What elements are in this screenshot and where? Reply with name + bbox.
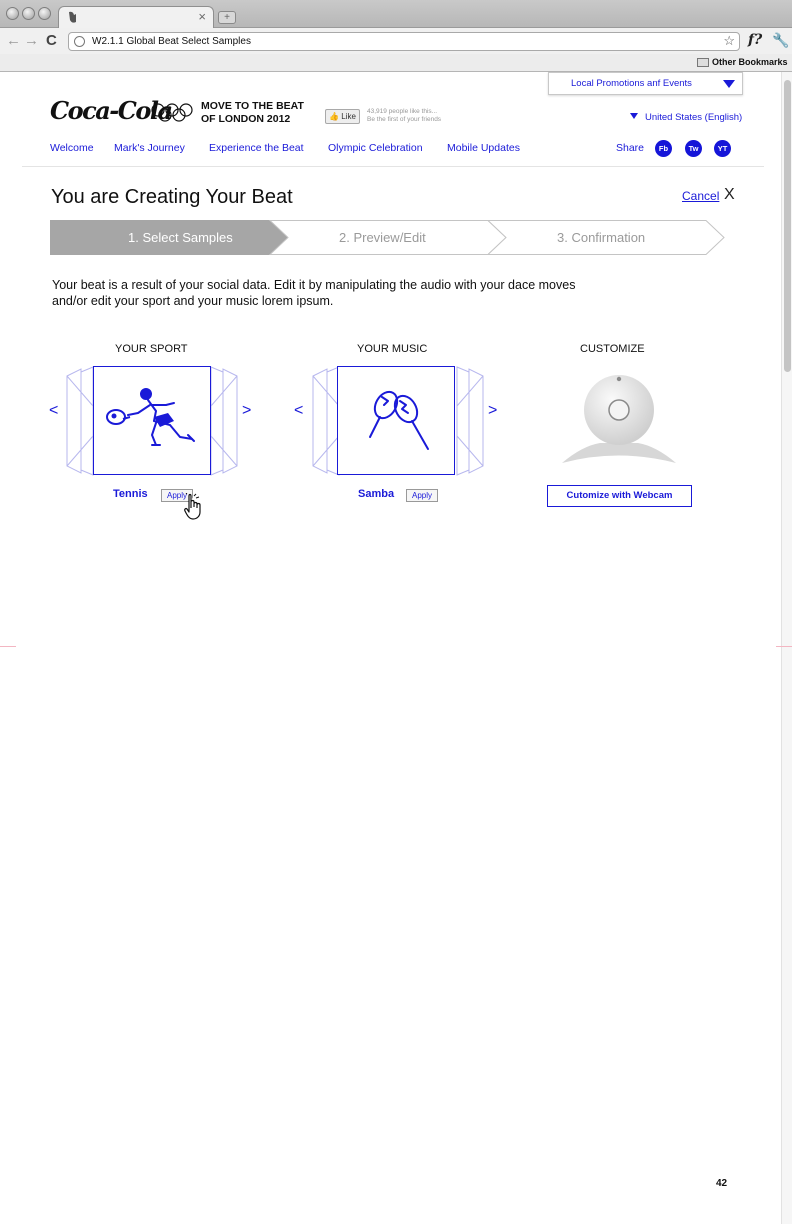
facebook-share-button[interactable]: Fb	[655, 140, 672, 157]
like-count: 43,919 people like this...	[367, 108, 438, 115]
window-zoom-button[interactable]	[38, 7, 51, 20]
tagline-line-1: MOVE TO THE BEAT	[201, 100, 304, 112]
intro-text: Your beat is a result of your social dat…	[52, 277, 642, 309]
music-card[interactable]	[337, 366, 455, 475]
sport-name: Tennis	[113, 488, 148, 500]
window-close-button[interactable]	[6, 7, 19, 20]
youtube-share-button[interactable]: YT	[714, 140, 731, 157]
reload-icon[interactable]: C	[46, 32, 57, 50]
customize-with-webcam-button[interactable]: Cutomize with Webcam	[547, 485, 692, 507]
bookmarks-bar: Other Bookmarks	[0, 54, 792, 72]
locale-label: United States (English)	[645, 112, 743, 123]
step-1-select-samples[interactable]: 1. Select Samples	[128, 230, 233, 245]
page-title: You are Creating Your Beat	[51, 186, 293, 208]
hand-cursor-icon	[184, 493, 201, 520]
your-sport-heading: YOUR SPORT	[115, 343, 188, 355]
promotions-dropdown-label: Local Promotions anf Events	[571, 78, 692, 89]
sport-prev-arrow[interactable]: <	[49, 402, 58, 420]
browser-tab[interactable]: ×	[58, 6, 214, 28]
browser-tab-bar: × +	[0, 0, 792, 28]
music-apply-button[interactable]: Apply	[406, 489, 439, 502]
music-next-arrow[interactable]: >	[488, 402, 497, 420]
step-2-preview-edit[interactable]: 2. Preview/Edit	[339, 230, 426, 245]
back-arrow-icon[interactable]: ←	[6, 32, 21, 50]
tennis-player-icon	[106, 388, 195, 446]
webcam-icon	[562, 375, 676, 463]
star-icon[interactable]: ☆	[723, 33, 735, 49]
wrench-icon[interactable]: 🔧	[772, 32, 789, 49]
nav-item-mobile-updates[interactable]: Mobile Updates	[447, 142, 520, 154]
folder-icon	[697, 58, 709, 67]
new-tab-button[interactable]: +	[218, 11, 236, 24]
tab-close-icon[interactable]: ×	[198, 9, 206, 24]
music-name: Samba	[358, 488, 395, 500]
intro-line-1: Your beat is a result of your social dat…	[52, 278, 576, 292]
maracas-icon	[369, 390, 429, 450]
globe-icon	[74, 36, 85, 47]
favicon-icon	[69, 11, 76, 23]
like-stats: 43,919 people like this... Be the first …	[367, 108, 441, 124]
nav-item-welcome[interactable]: Welcome	[50, 142, 94, 154]
customize-heading: CUSTOMIZE	[580, 343, 645, 355]
nav-divider	[22, 166, 764, 167]
browser-toolbar: ← → C W2.1.1 Global Beat Select Samples …	[0, 28, 792, 54]
page-scrollbar[interactable]	[781, 72, 792, 1224]
campaign-tagline: MOVE TO THE BEAT OF LONDON 2012	[201, 100, 321, 126]
sport-card[interactable]	[93, 366, 211, 475]
nav-item-marks-journey[interactable]: Mark's Journey	[114, 142, 185, 154]
like-friends: Be the first of your friends	[367, 116, 442, 123]
music-prev-arrow[interactable]: <	[294, 402, 303, 420]
window-minimize-button[interactable]	[22, 7, 35, 20]
chevron-down-icon	[723, 80, 735, 88]
other-bookmarks-link[interactable]: Other Bookmarks	[712, 57, 788, 67]
facebook-like-button[interactable]: 👍 Like	[325, 109, 360, 124]
intro-line-2: and/or edit your sport and your music lo…	[52, 294, 334, 308]
your-music-heading: YOUR MUSIC	[357, 343, 428, 355]
share-label: Share	[616, 142, 645, 154]
forward-arrow-icon[interactable]: →	[24, 32, 39, 50]
close-icon[interactable]: X	[724, 186, 735, 204]
f-extension-icon[interactable]: f?	[748, 32, 762, 48]
thumbs-up-icon: 👍	[329, 112, 340, 121]
cancel-link[interactable]: Cancel	[682, 189, 719, 203]
scrollbar-thumb[interactable]	[784, 80, 791, 372]
olympic-rings-icon	[151, 103, 193, 122]
nav-item-olympic-celebration[interactable]: Olympic Celebration	[328, 142, 423, 154]
step-3-confirmation[interactable]: 3. Confirmation	[557, 230, 645, 245]
page-number: 42	[716, 1178, 728, 1189]
tagline-line-2: OF LONDON 2012	[201, 113, 291, 125]
fold-mark-left	[0, 646, 16, 647]
nav-item-experience-the-beat[interactable]: Experience the Beat	[209, 142, 304, 154]
promotions-dropdown[interactable]: Local Promotions anf Events	[548, 72, 743, 95]
address-bar[interactable]: W2.1.1 Global Beat Select Samples ☆	[68, 32, 740, 51]
fold-mark-right	[776, 646, 792, 647]
like-label: Like	[341, 112, 356, 121]
locale-selector[interactable]: United States (English)	[630, 112, 742, 123]
sport-next-arrow[interactable]: >	[242, 402, 251, 420]
address-text: W2.1.1 Global Beat Select Samples	[92, 36, 251, 47]
twitter-share-button[interactable]: Tw	[685, 140, 702, 157]
caret-down-icon	[630, 113, 638, 119]
